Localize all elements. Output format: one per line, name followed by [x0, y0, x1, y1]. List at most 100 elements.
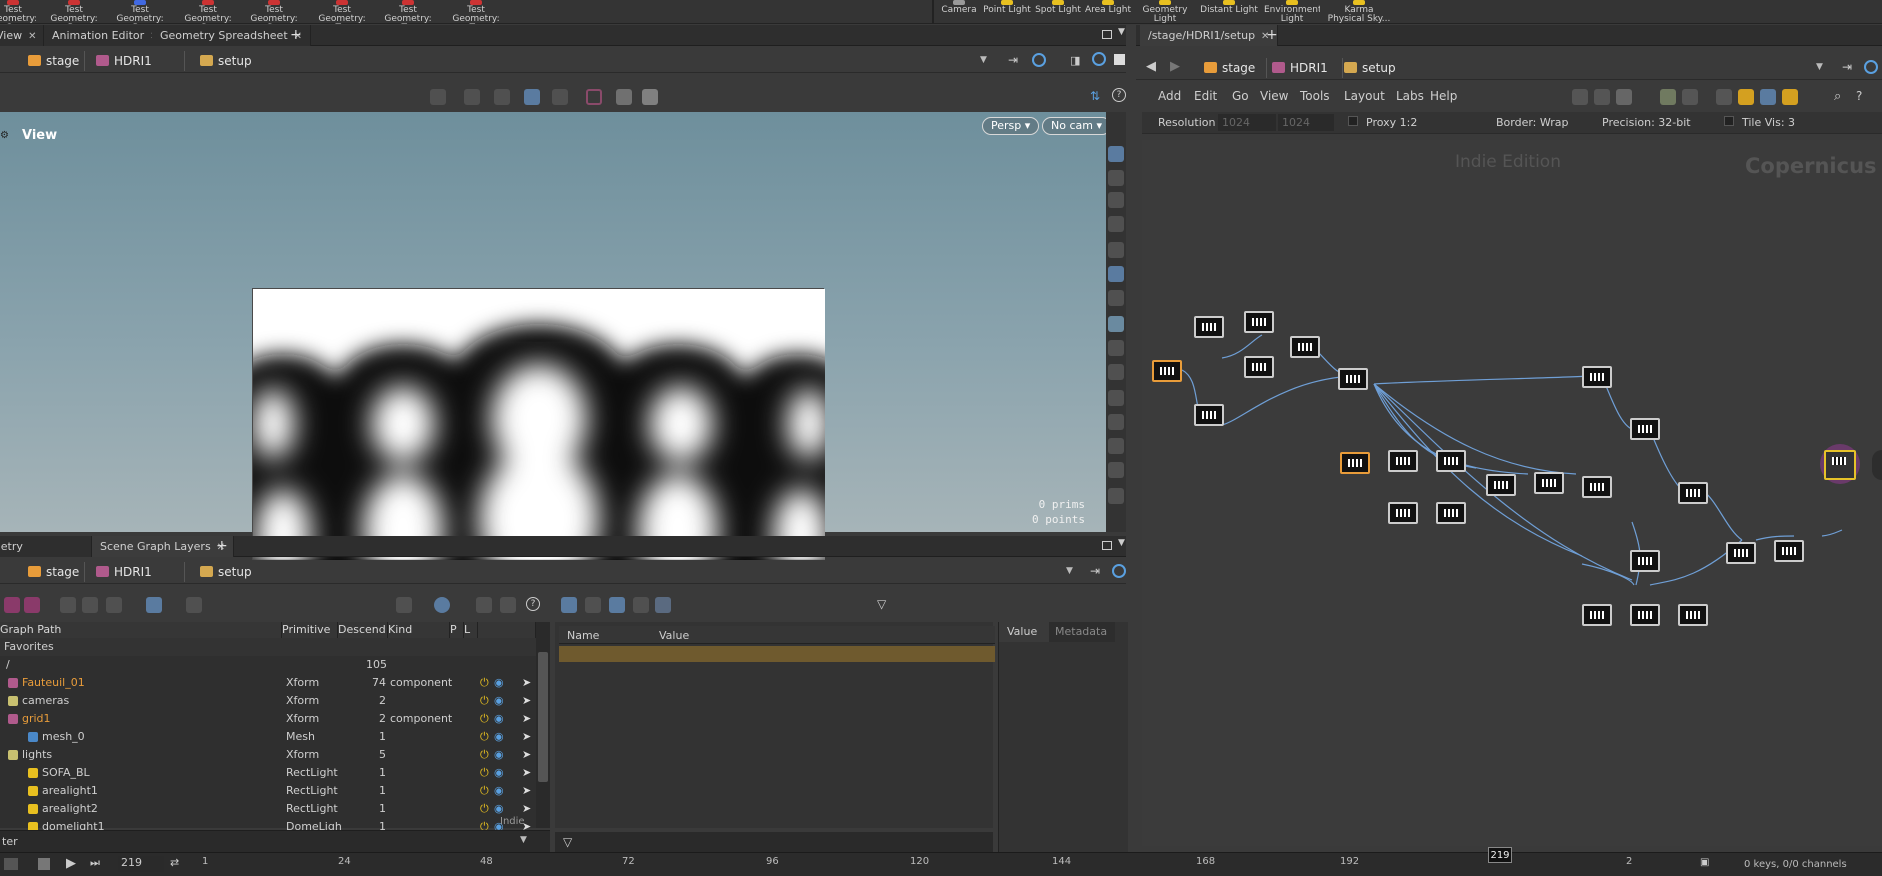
attribute-filter-bar[interactable]: ▽	[555, 832, 993, 852]
search-icon[interactable]	[106, 597, 122, 613]
info-icon[interactable]	[82, 597, 98, 613]
column-graph-path[interactable]: Graph Path	[0, 622, 282, 638]
shelf-tool-test-geometry-c[interactable]: Test Geometry: C...	[0, 0, 36, 24]
breadcrumb-setup[interactable]: setup	[200, 564, 252, 580]
tree-scrollbar[interactable]	[536, 622, 550, 828]
node-blend2[interactable]	[1678, 604, 1708, 626]
node-output-selected[interactable]	[1824, 450, 1856, 480]
camera-dropdown[interactable]: No cam ▾	[1042, 117, 1111, 135]
shelf-tool-test-geometry-t3[interactable]: Test Geometry: T...	[446, 0, 506, 24]
active-toggle-icon[interactable]: ⏻	[480, 764, 489, 782]
scene-viewport[interactable]: ⚙ View	[0, 112, 1106, 609]
pin-icon[interactable]: ⇥	[1090, 564, 1100, 578]
breadcrumb-hdri1[interactable]: HDRI1	[96, 564, 152, 580]
visibility-toggle-icon[interactable]: ◉	[494, 674, 504, 692]
breadcrumb-setup[interactable]: setup	[1344, 60, 1396, 76]
wand-icon[interactable]	[1108, 438, 1124, 454]
network-icon[interactable]	[1716, 89, 1732, 105]
tab-view[interactable]: View✕	[0, 25, 44, 46]
brush-icon[interactable]	[1108, 414, 1124, 430]
tree-row[interactable]: cameras Xform 2 ⏻ ◉ ➤	[0, 692, 536, 710]
active-toggle-icon[interactable]: ⏻	[480, 800, 489, 818]
border-label[interactable]: Border: Wrap	[1496, 116, 1569, 129]
select-arrow-icon[interactable]: ➤	[522, 746, 531, 764]
active-toggle-icon[interactable]: ⏻	[480, 728, 489, 746]
trs-icon[interactable]	[655, 597, 671, 613]
resolution-height-field[interactable]: 1024	[1278, 114, 1334, 131]
path-dropdown-icon[interactable]: ▼	[980, 55, 987, 65]
filter-prims-icon[interactable]	[4, 597, 20, 613]
pane-menu-icon[interactable]: ▼	[1118, 27, 1125, 37]
path-dropdown-icon[interactable]: ▼	[1066, 566, 1073, 576]
select-arrow-icon[interactable]: ➤	[522, 692, 531, 710]
tree-view-icon[interactable]	[561, 597, 577, 613]
menu-add[interactable]: Add	[1158, 89, 1181, 103]
shelf-tool-test-geometry-s1[interactable]: Test Geometry: S...	[178, 0, 238, 24]
shelf-tool-test-geometry-p[interactable]: Test Geometry: P...	[44, 0, 104, 24]
snapshot-icon[interactable]	[1092, 52, 1106, 66]
grid-icon[interactable]	[642, 89, 658, 105]
active-toggle-icon[interactable]: ⏻	[480, 782, 489, 800]
node-bright1[interactable]	[1630, 418, 1660, 440]
headlight-icon[interactable]	[1108, 290, 1124, 306]
tree-row[interactable]: SOFA_BL RectLight 1 ⏻ ◉ ➤	[0, 764, 536, 782]
point-icon[interactable]	[1108, 390, 1124, 406]
tree-row[interactable]: lights Xform 5 ⏻ ◉ ➤	[0, 746, 536, 764]
column-name[interactable]: Name	[567, 629, 599, 642]
menu-edit[interactable]: Edit	[1194, 89, 1217, 103]
selected-attribute-row[interactable]	[559, 646, 995, 662]
jump-start-icon[interactable]	[4, 858, 18, 870]
node-bright2[interactable]	[1774, 540, 1804, 562]
view-gear-icon[interactable]: ⚙	[0, 130, 9, 141]
menu-labs[interactable]: Labs	[1396, 89, 1424, 103]
list-icon[interactable]	[1616, 89, 1632, 105]
node-transform2d[interactable]	[1244, 356, 1274, 378]
add-tab-icon[interactable]: +	[290, 27, 302, 43]
tree-row[interactable]: / 105	[0, 656, 536, 674]
node-transform2d-b[interactable]	[1436, 450, 1466, 472]
link-icon[interactable]	[1032, 53, 1046, 67]
list-view-icon[interactable]	[585, 597, 601, 613]
breadcrumb-stage[interactable]: stage	[28, 564, 79, 580]
shelf-tool-test-geometry-r[interactable]: Test Geometry: R...	[110, 0, 170, 24]
camera-icon[interactable]: ◨	[1070, 54, 1080, 67]
table-icon[interactable]	[1682, 89, 1698, 105]
proxy-checkbox[interactable]	[1348, 116, 1358, 126]
node-constant-orange[interactable]	[1340, 452, 1370, 474]
filter-dropdown-icon[interactable]: ▼	[520, 835, 527, 845]
isolate-icon[interactable]	[1108, 216, 1124, 232]
tree-row[interactable]: mesh_0 Mesh 1 ⏻ ◉ ➤	[0, 728, 536, 746]
node-vacuum1[interactable]	[1194, 316, 1224, 338]
light-icon[interactable]	[616, 89, 632, 105]
sync-selection-icon[interactable]	[146, 597, 162, 613]
sticky-note-icon[interactable]	[1738, 89, 1754, 105]
node-over1[interactable]	[1726, 542, 1756, 564]
ghost-icon[interactable]	[1108, 170, 1124, 186]
forward-arrow-icon[interactable]: ▶	[1170, 59, 1180, 74]
visibility-toggle-icon[interactable]: ◉	[494, 764, 504, 782]
select-arrow-icon[interactable]: ➤	[522, 764, 531, 782]
shelf-tool-karma-physical-sky[interactable]: Karma Physical Sky...	[1326, 0, 1392, 24]
shelf-tool-point-light[interactable]: Point Light	[982, 0, 1032, 24]
tab-metadata[interactable]: Metadata	[1049, 622, 1115, 642]
favorites-row[interactable]: Favorites	[0, 638, 536, 656]
pin-icon[interactable]: ⇥	[1842, 60, 1852, 74]
column-primitive[interactable]: Primitive	[282, 622, 338, 638]
scrollbar-thumb[interactable]	[538, 652, 548, 782]
shelf-tool-camera[interactable]: Camera	[938, 0, 980, 24]
handle-tool-icon[interactable]	[494, 89, 510, 105]
keyframe-icon[interactable]: ▣	[1700, 857, 1709, 868]
maximize-icon[interactable]	[1102, 30, 1112, 39]
grid-view-icon[interactable]	[1660, 89, 1676, 105]
transform-tool-icon[interactable]	[464, 89, 480, 105]
menu-help[interactable]: Help	[1430, 89, 1457, 103]
network-editor-canvas[interactable]: Indie Edition Copernicus	[1142, 140, 1882, 846]
visibility-toggle-icon[interactable]: ◉	[494, 692, 504, 710]
breadcrumb-hdri1[interactable]: HDRI1	[96, 53, 152, 69]
tile-vis-label[interactable]: Tile Vis: 3	[1742, 116, 1795, 129]
close-icon[interactable]: ✕	[28, 31, 36, 42]
details-icon[interactable]	[633, 597, 649, 613]
shelf-tool-test-geometry-t1[interactable]: Test Geometry: T...	[312, 0, 372, 24]
column-value[interactable]: Value	[659, 629, 689, 642]
select-tool-icon[interactable]	[430, 89, 446, 105]
